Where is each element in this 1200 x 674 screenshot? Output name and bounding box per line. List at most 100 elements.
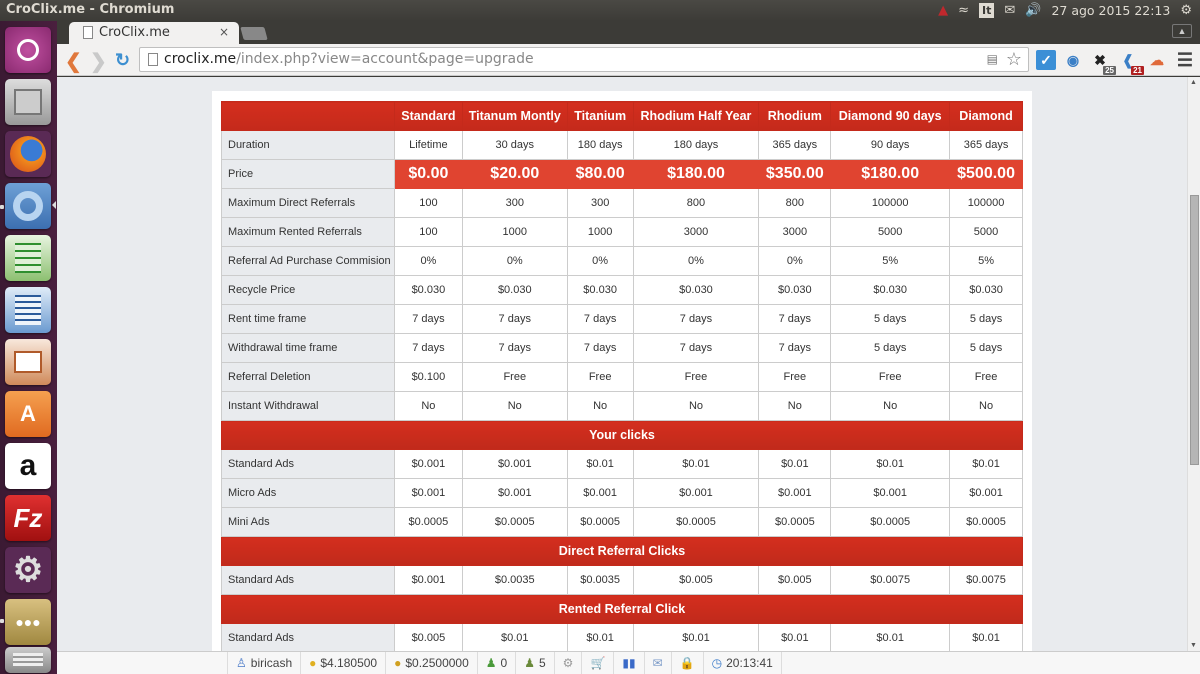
scrollbar-thumb[interactable] [1190,195,1199,465]
value-cell: $0.01 [632,449,760,479]
value-cell: $0.0005 [830,507,951,537]
plan-header: Titanium [566,101,634,131]
cart-button[interactable]: 🛒 [582,652,615,674]
user-icon: ♙ [236,656,247,670]
section-title: Your clicks [221,420,1023,450]
value-cell: $0.005 [393,623,463,651]
launcher-libreoffice-impress[interactable] [5,339,51,385]
checkbox-extension-icon[interactable]: ✓ [1036,50,1056,70]
launcher-software-center[interactable]: A [5,391,51,437]
status-purchase-balance[interactable]: ● $0.2500000 [386,652,478,674]
launcher-amazon[interactable]: a [5,443,51,489]
price-cell: $180.00 [632,159,760,189]
value-cell: $0.005 [758,565,832,595]
back-button[interactable]: ❮ [65,49,82,74]
launcher-libreoffice-calc[interactable] [5,235,51,281]
row-label: Referral Deletion [221,362,395,392]
value-cell: 100000 [830,188,951,218]
url-text: croclix.me/index.php?view=account&page=u… [164,51,534,67]
cloud-extension-icon[interactable]: ☁ [1147,50,1167,70]
table-row: Withdrawal time frame 7 days 7 days 7 days 7… [221,333,1023,363]
table-row: Price $0.00 $20.00 $80.00 $180.00 $350.00 $180… [221,159,1023,189]
value-cell: No [632,391,760,421]
menu-hamburger-icon[interactable]: ☰ [1175,50,1195,70]
statistics-button[interactable]: ▮▮ [614,652,645,674]
status-clock: ◷ 20:13:41 [704,652,782,674]
status-direct-referrals[interactable]: ♟ 0 [478,652,517,674]
reload-button[interactable]: ↻ [115,50,130,71]
value-cell: $0.0005 [393,507,463,537]
launcher-chromium[interactable] [5,183,51,229]
value-cell: $0.001 [949,478,1023,508]
browser-tab[interactable]: CroClix.me × [69,22,239,44]
logout-button[interactable]: 🔒 [672,652,704,674]
launcher-libreoffice-writer[interactable] [5,287,51,333]
value-cell: $0.01 [632,623,760,651]
launcher-system-settings[interactable]: ⚙ [5,547,51,593]
launcher-workspaces[interactable]: ●●● [5,599,51,645]
chromium-icon [13,191,43,221]
status-main-balance[interactable]: ● $4.180500 [301,652,387,674]
value-cell: 800 [758,188,832,218]
scroll-down-arrow-icon[interactable]: ▼ [1190,642,1197,649]
value-cell: 5% [830,246,951,276]
address-bar[interactable]: croclix.me/index.php?view=account&page=u… [139,47,1029,72]
wifi-icon[interactable]: ≈ [958,3,969,18]
update-warning-icon[interactable]: ▲ [938,3,948,18]
table-row: Maximum Direct Referrals 100 300 300 800 800 1… [221,188,1023,218]
status-rented-referrals[interactable]: ♟ 5 [516,652,555,674]
value-cell: $0.01 [758,623,832,651]
row-label: Standard Ads [221,623,395,651]
value-cell: $0.01 [758,449,832,479]
envelope-icon: ✉ [652,656,663,670]
page-info-icon[interactable] [148,53,158,66]
system-top-bar: CroClix.me - Chromium ▲ ≈ It ✉ 🔊 27 ago … [0,0,1200,21]
launcher-trash[interactable] [5,647,51,673]
forward-button[interactable]: ❯ [90,49,107,74]
shopping-bag-icon: A [20,401,36,426]
paint-brush-icon: ●●● [15,614,41,630]
profile-user-icon[interactable]: ▲ [1172,24,1192,38]
value-cell: $0.001 [461,449,568,479]
value-cell: $0.01 [566,623,634,651]
row-label: Maximum Direct Referrals [221,188,395,218]
row-label: Withdrawal time frame [221,333,395,363]
browser-toolbar: ❮ ❯ ↻ croclix.me/index.php?view=account&… [57,44,1200,76]
value-cell: 180 days [632,130,760,160]
translate-icon[interactable]: ▤ [987,52,998,66]
tab-close-icon[interactable]: × [219,25,229,39]
scroll-up-arrow-icon[interactable]: ▲ [1190,79,1197,86]
vertical-scrollbar[interactable]: ▲ ▼ [1187,77,1200,651]
value-cell: Free [632,362,760,392]
new-tab-button[interactable] [240,27,268,40]
launcher-files[interactable] [5,79,51,125]
value-cell: 7 days [758,304,832,334]
tray-clock[interactable]: 27 ago 2015 22:13 [1051,3,1170,18]
filezilla-icon: Fz [13,502,43,533]
signal-extension-icon[interactable]: ❰ 21 [1118,50,1144,75]
value-cell: 5 days [830,304,951,334]
upgrade-panel: Standard Titanum Montly Titanium Rhodium Ha… [212,91,1032,651]
launcher-filezilla[interactable]: Fz [5,495,51,541]
value-cell: 7 days [758,333,832,363]
settings-gear-icon[interactable]: ⚙ [1180,3,1192,18]
x-extension-icon[interactable]: ✖ 25 [1090,50,1116,75]
messages-button[interactable]: ✉ [645,652,672,674]
status-username[interactable]: ♙ biricash [227,652,302,674]
value-cell: 7 days [461,333,568,363]
mail-icon[interactable]: ✉ [1004,3,1015,18]
launcher-firefox[interactable] [5,131,51,177]
value-cell: 100 [393,188,463,218]
value-cell: 3000 [632,217,760,247]
bookmark-star-icon[interactable]: ☆ [1006,49,1022,70]
row-label: Micro Ads [221,478,395,508]
ad-extension-icon[interactable]: ◉ [1063,50,1083,70]
keyboard-language-indicator[interactable]: It [978,3,995,18]
value-cell: 7 days [461,304,568,334]
value-cell: $0.001 [632,478,760,508]
trash-icon [13,653,43,667]
volume-icon[interactable]: 🔊 [1025,3,1041,18]
launcher-ubuntu-dash[interactable] [5,27,51,73]
value-cell: $0.0035 [461,565,568,595]
settings-button[interactable]: ⚙ [555,652,583,674]
